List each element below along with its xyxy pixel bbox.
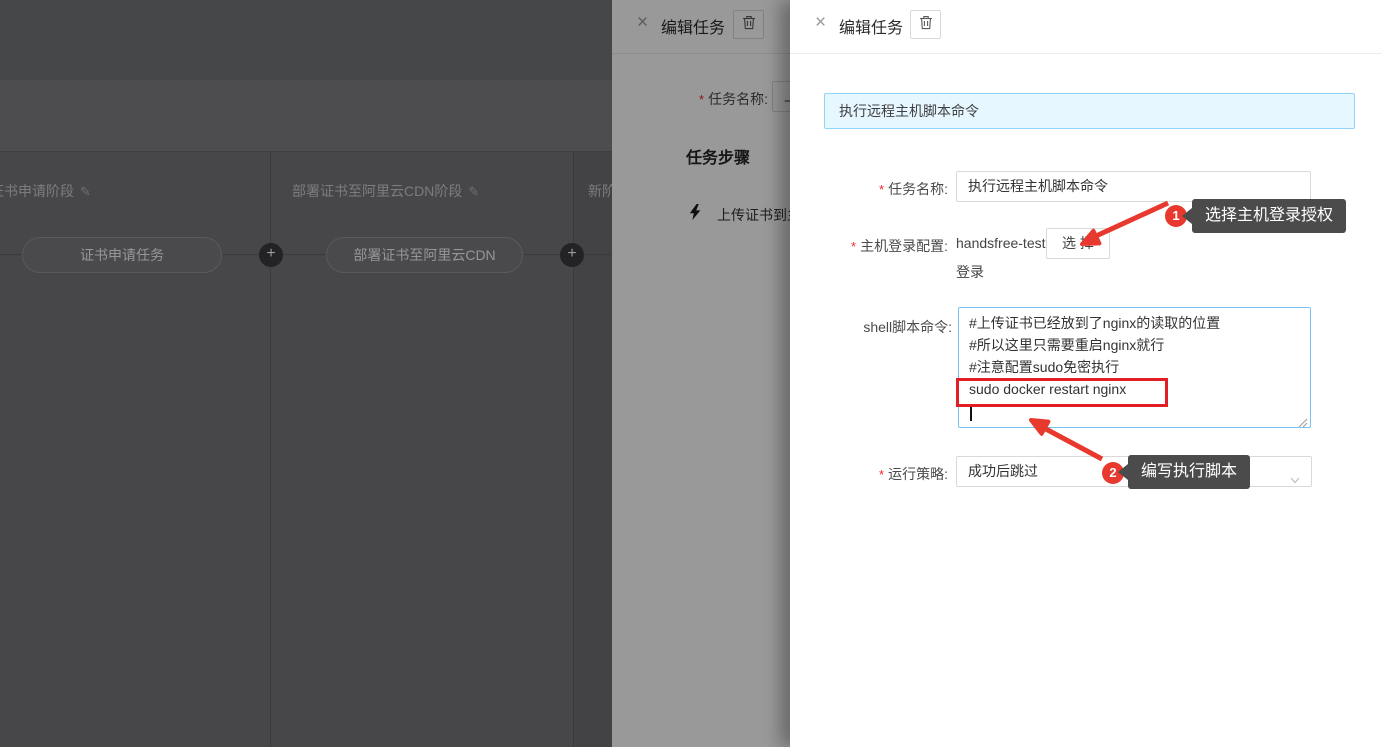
chevron-down-icon: [1289, 467, 1301, 496]
text-cursor: [970, 404, 972, 421]
required-mark: *: [851, 239, 856, 254]
delete-task-button[interactable]: [910, 10, 941, 39]
stage-title-1: 证书申请阶段 ✎: [0, 181, 91, 201]
script-line: sudo docker restart nginx: [969, 378, 1300, 400]
task-name-input[interactable]: 执行远程主机脚本命令: [956, 171, 1311, 202]
edit-task-drawer-back: × 编辑任务 *任务名称: 上传证书到主机 任务步骤 上传证书到主机: [612, 0, 790, 747]
add-stage-button[interactable]: +: [560, 243, 584, 267]
host-login-label: *主机登录配置:: [790, 236, 948, 256]
edit-task-drawer: × 编辑任务 执行远程主机脚本命令 *任务名称: 执行远程主机脚本命令 *主机登…: [790, 0, 1382, 747]
stage-divider: [573, 152, 574, 747]
stage-title-text: 部署证书至阿里云CDN阶段: [292, 183, 462, 199]
drawer-title: 编辑任务: [839, 14, 903, 38]
trash-icon: [919, 15, 933, 35]
shell-script-label: shell脚本命令:: [790, 317, 952, 337]
drawer-title: 编辑任务: [661, 14, 725, 38]
script-line: #注意配置sudo免密执行: [969, 356, 1300, 378]
task-type-alert: 执行远程主机脚本命令: [824, 93, 1355, 129]
divider: [612, 53, 790, 54]
run-policy-label: *运行策略:: [790, 464, 948, 484]
divider: [790, 53, 1382, 54]
edit-pencil-icon[interactable]: ✎: [80, 184, 91, 199]
run-policy-select[interactable]: 成功后跳过: [956, 456, 1312, 487]
stage-title-text: 新阶段: [588, 183, 612, 199]
task-step-label: 上传证书到主机: [717, 205, 790, 225]
delete-task-button[interactable]: [733, 10, 764, 39]
run-policy-value: 成功后跳过: [968, 463, 1038, 479]
shell-script-textarea[interactable]: #上传证书已经放到了nginx的读取的位置 #所以这里只需要重启nginx就行 …: [958, 307, 1311, 428]
task-steps-heading: 任务步骤: [686, 144, 750, 168]
task-step-item[interactable]: 上传证书到主机: [689, 204, 790, 225]
close-icon[interactable]: ×: [637, 12, 648, 34]
task-node-cert-request[interactable]: 证书申请任务: [22, 237, 222, 273]
edit-pencil-icon[interactable]: ✎: [468, 184, 479, 199]
stage-title-2: 部署证书至阿里云CDN阶段 ✎: [292, 181, 479, 201]
resize-handle-icon[interactable]: [1298, 415, 1308, 433]
lightning-icon: [689, 204, 701, 225]
task-name-label: *任务名称:: [790, 179, 948, 199]
app-topbar: [0, 0, 612, 80]
host-login-value: handsfree-test: [956, 235, 1046, 251]
connector-line: [584, 254, 612, 255]
task-name-label: *任务名称:: [612, 89, 768, 109]
workflow-canvas: 证书申请阶段 ✎ 部署证书至阿里云CDN阶段 ✎ 新阶段 证书申请任务 部署证书至阿…: [0, 0, 612, 747]
task-node-deploy-cdn[interactable]: 部署证书至阿里云CDN: [326, 237, 523, 273]
stage-divider: [270, 152, 271, 747]
required-mark: *: [879, 182, 884, 197]
toolbar-band: [0, 80, 612, 152]
host-login-value-wrap: 登录: [956, 262, 984, 282]
close-icon[interactable]: ×: [815, 12, 826, 34]
required-mark: *: [879, 467, 884, 482]
script-line: #所以这里只需要重启nginx就行: [969, 334, 1300, 356]
connector-line: [222, 254, 259, 255]
stage-title-3: 新阶段: [588, 181, 612, 201]
task-name-input[interactable]: 上传证书到主机: [772, 81, 790, 112]
trash-icon: [742, 15, 756, 35]
connector-line: [283, 254, 326, 255]
required-mark: *: [699, 92, 704, 107]
connector-line: [0, 254, 22, 255]
stage-column-3: [574, 152, 612, 747]
drawer-dim-overlay: [612, 0, 790, 747]
choose-host-button[interactable]: 选 择: [1046, 228, 1110, 259]
stage-title-text: 证书申请阶段: [0, 183, 74, 199]
connector-line: [523, 254, 560, 255]
script-line: #上传证书已经放到了nginx的读取的位置: [969, 312, 1300, 334]
add-stage-button[interactable]: +: [259, 243, 283, 267]
